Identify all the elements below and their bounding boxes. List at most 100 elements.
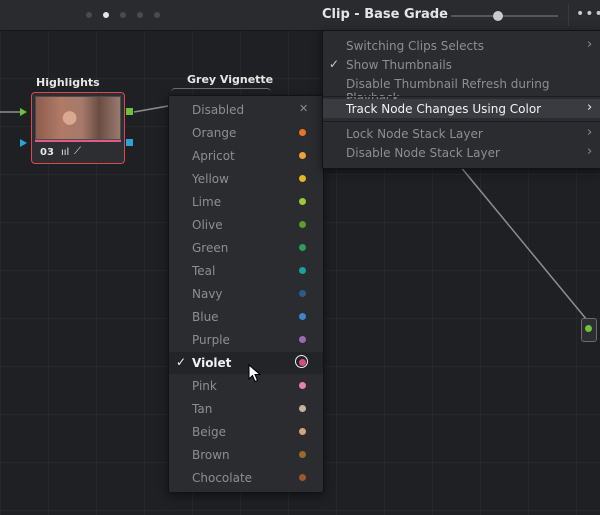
color-item-label: Tan: [192, 402, 213, 416]
color-item-label: Yellow: [192, 172, 229, 186]
color-item-disabled[interactable]: Disabled ✕: [169, 99, 323, 121]
color-swatch: [299, 451, 306, 458]
menu-item-label: Lock Node Stack Layer: [346, 127, 483, 141]
color-item-apricot[interactable]: Apricot: [169, 145, 323, 167]
node-color-tag: [35, 140, 121, 142]
node-input-rgb-port[interactable]: [20, 108, 27, 116]
menu-separator: [323, 121, 600, 122]
page-dot[interactable]: [120, 12, 126, 18]
color-item-label: Olive: [192, 218, 223, 232]
page-dots: [86, 12, 160, 18]
color-item-orange[interactable]: Orange: [169, 122, 323, 144]
node-output-rgb-port[interactable]: [126, 108, 133, 115]
color-item-label: Green: [192, 241, 229, 255]
color-item-label: Purple: [192, 333, 230, 347]
menu-item-disable-thumbnail-refresh[interactable]: Disable Thumbnail Refresh during Playbac…: [323, 74, 600, 105]
connection-highlights-to-vignette: [133, 105, 169, 113]
color-item-tan[interactable]: Tan: [169, 398, 323, 420]
color-item-pink[interactable]: Pink: [169, 375, 323, 397]
color-item-label: Navy: [192, 287, 223, 301]
color-item-olive[interactable]: Olive: [169, 214, 323, 236]
menu-item-switching-clips-selects[interactable]: Switching Clips Selects ›: [323, 36, 600, 55]
chevron-down-icon[interactable]: ⌵: [429, 7, 438, 22]
color-item-brown[interactable]: Brown: [169, 444, 323, 466]
x-icon: ✕: [299, 102, 309, 115]
color-item-navy[interactable]: Navy: [169, 283, 323, 305]
divider: [568, 4, 569, 26]
page-dot[interactable]: [154, 12, 160, 18]
zoom-slider-handle[interactable]: [493, 11, 503, 21]
zoom-slider-track[interactable]: [451, 15, 558, 17]
color-item-label: Blue: [192, 310, 219, 324]
color-swatch: [299, 428, 306, 435]
output-port[interactable]: [585, 325, 592, 332]
menu-item-label: Switching Clips Selects: [346, 39, 485, 53]
more-options-icon[interactable]: •••: [576, 6, 600, 22]
color-swatch: [299, 152, 306, 159]
menu-item-disable-node-stack-layer[interactable]: Disable Node Stack Layer ›: [323, 143, 600, 162]
page-dot[interactable]: [86, 12, 92, 18]
color-swatch: [299, 198, 306, 205]
node-label-grey-vignette: Grey Vignette: [187, 73, 274, 86]
connection-to-output: [454, 159, 588, 321]
menu-item-lock-node-stack-layer[interactable]: Lock Node Stack Layer ›: [323, 124, 600, 143]
color-item-label: Disabled: [192, 103, 245, 117]
menu-separator: [323, 96, 600, 97]
chevron-right-icon: ›: [587, 125, 593, 140]
color-item-label: Teal: [192, 264, 216, 278]
color-item-green[interactable]: Green: [169, 237, 323, 259]
node-output-key-port[interactable]: [126, 139, 133, 146]
color-item-beige[interactable]: Beige: [169, 421, 323, 443]
node-highlights[interactable]: 03 ııl ⟋: [31, 92, 125, 164]
color-swatch: [299, 359, 306, 366]
node-number: 03: [40, 147, 54, 158]
menu-item-track-node-changes[interactable]: Track Node Changes Using Color ›: [323, 99, 600, 118]
color-swatch: [299, 474, 306, 481]
color-item-blue[interactable]: Blue: [169, 306, 323, 328]
color-item-label: Apricot: [192, 149, 235, 163]
color-item-label: Pink: [192, 379, 217, 393]
checkmark-icon: ✓: [176, 355, 187, 369]
color-swatch: [299, 290, 306, 297]
color-swatch: [299, 313, 306, 320]
color-submenu: Disabled ✕ Orange Apricot Yellow Lime Ol…: [168, 95, 324, 493]
curves-icon: ııl: [61, 147, 70, 158]
color-swatch: [299, 405, 306, 412]
color-item-lime[interactable]: Lime: [169, 191, 323, 213]
color-item-teal[interactable]: Teal: [169, 260, 323, 282]
color-item-chocolate[interactable]: Chocolate: [169, 467, 323, 489]
color-item-label: Lime: [192, 195, 222, 209]
color-swatch: [299, 221, 306, 228]
color-item-yellow[interactable]: Yellow: [169, 168, 323, 190]
page-dot[interactable]: [137, 12, 143, 18]
color-item-label: Violet: [192, 356, 232, 370]
node-input-key-port[interactable]: [20, 139, 27, 147]
mouse-pointer-icon: [248, 364, 262, 383]
color-swatch: [299, 244, 306, 251]
checkmark-icon: ✓: [329, 57, 340, 71]
menu-item-show-thumbnails[interactable]: ✓ Show Thumbnails: [323, 55, 600, 74]
menu-item-label: Track Node Changes Using Color: [346, 102, 542, 116]
page-dot-active[interactable]: [103, 12, 109, 18]
color-swatch: [299, 129, 306, 136]
color-item-label: Beige: [192, 425, 226, 439]
context-menu: Switching Clips Selects › ✓ Show Thumbna…: [322, 30, 600, 169]
viewer-top-bar: Clip - Base Grade ⌵ •••: [0, 0, 600, 31]
menu-item-label: Disable Node Stack Layer: [346, 146, 500, 160]
color-swatch: [299, 175, 306, 182]
color-swatch: [299, 382, 306, 389]
node-thumbnail: [35, 96, 121, 140]
color-item-violet[interactable]: ✓ Violet: [169, 352, 323, 374]
chevron-right-icon: ›: [587, 100, 593, 115]
color-item-label: Orange: [192, 126, 237, 140]
chevron-right-icon: ›: [587, 144, 593, 159]
eyedropper-icon: ⟋: [74, 146, 81, 157]
menu-item-label: Show Thumbnails: [346, 58, 452, 72]
node-grey-vignette[interactable]: [171, 88, 271, 95]
color-item-label: Chocolate: [192, 471, 253, 485]
node-label-highlights: Highlights: [36, 76, 100, 89]
chevron-right-icon: ›: [587, 37, 593, 52]
color-item-label: Brown: [192, 448, 230, 462]
color-item-purple[interactable]: Purple: [169, 329, 323, 351]
color-swatch: [299, 336, 306, 343]
